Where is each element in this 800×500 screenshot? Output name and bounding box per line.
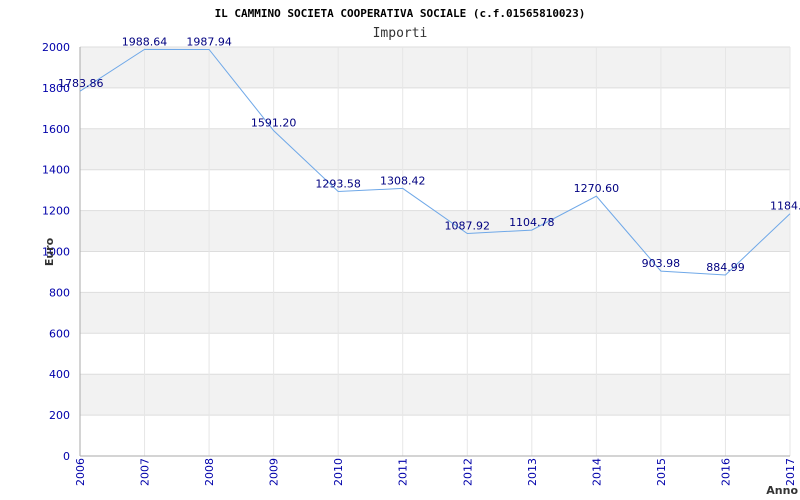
data-label: 1591.20 [251,117,297,130]
x-axis-label: Anno [766,484,798,497]
line-chart: 0200400600800100012001400160018002000 20… [42,7,800,497]
data-label: 1104.78 [509,216,555,229]
grid-band [80,47,790,88]
grid-band [80,333,790,375]
y-tick-label: 400 [49,368,70,381]
x-tick-label: 2007 [139,458,152,486]
x-tick-label: 2006 [74,458,87,486]
data-label: 1987.94 [186,35,232,48]
y-tick-label: 200 [49,409,70,422]
x-tick-label: 2013 [526,458,539,486]
x-tick-label: 2009 [268,458,281,486]
y-tick-label: 800 [49,286,70,299]
y-axis-label: Euro [43,237,56,266]
data-label: 884.99 [706,261,745,274]
x-tick-label: 2017 [784,458,797,486]
x-tick-label: 2016 [719,458,732,486]
x-tick-label: 2008 [203,458,216,486]
chart-subtitle: Importi [373,26,428,41]
y-tick-label: 1200 [42,205,70,218]
data-label: 1988.64 [122,35,168,48]
y-tick-label: 1600 [42,123,70,136]
x-tick-label: 2014 [590,458,603,486]
chart-title: IL CAMMINO SOCIETA COOPERATIVA SOCIALE (… [215,7,586,20]
data-label: 1184.8 [770,200,800,213]
data-label: 903.98 [642,257,681,270]
grid-band [80,128,790,170]
grid-band [80,292,790,334]
y-tick-label: 600 [49,327,70,340]
grid-band [80,374,790,416]
data-label: 1308.42 [380,174,426,187]
grid-band [80,87,790,129]
y-tick-label: 0 [63,450,70,463]
x-tick-label: 2015 [655,458,668,486]
x-tick-labels: 2006 2007 2008 2009 2010 2011 2012 2013 2014 2015… [74,458,797,486]
data-label: 1270.60 [574,182,620,195]
data-label: 1783.86 [58,77,104,90]
data-label: 1293.58 [315,177,361,190]
grid-band [80,251,790,293]
grid-band [80,169,790,211]
data-label: 1087.92 [445,220,491,233]
x-tick-label: 2010 [332,458,345,486]
x-tick-label: 2012 [461,458,474,486]
y-tick-label: 2000 [42,41,70,54]
grid-band [80,210,790,252]
grid-band [80,415,790,456]
x-tick-label: 2011 [397,458,410,486]
y-tick-label: 1400 [42,164,70,177]
